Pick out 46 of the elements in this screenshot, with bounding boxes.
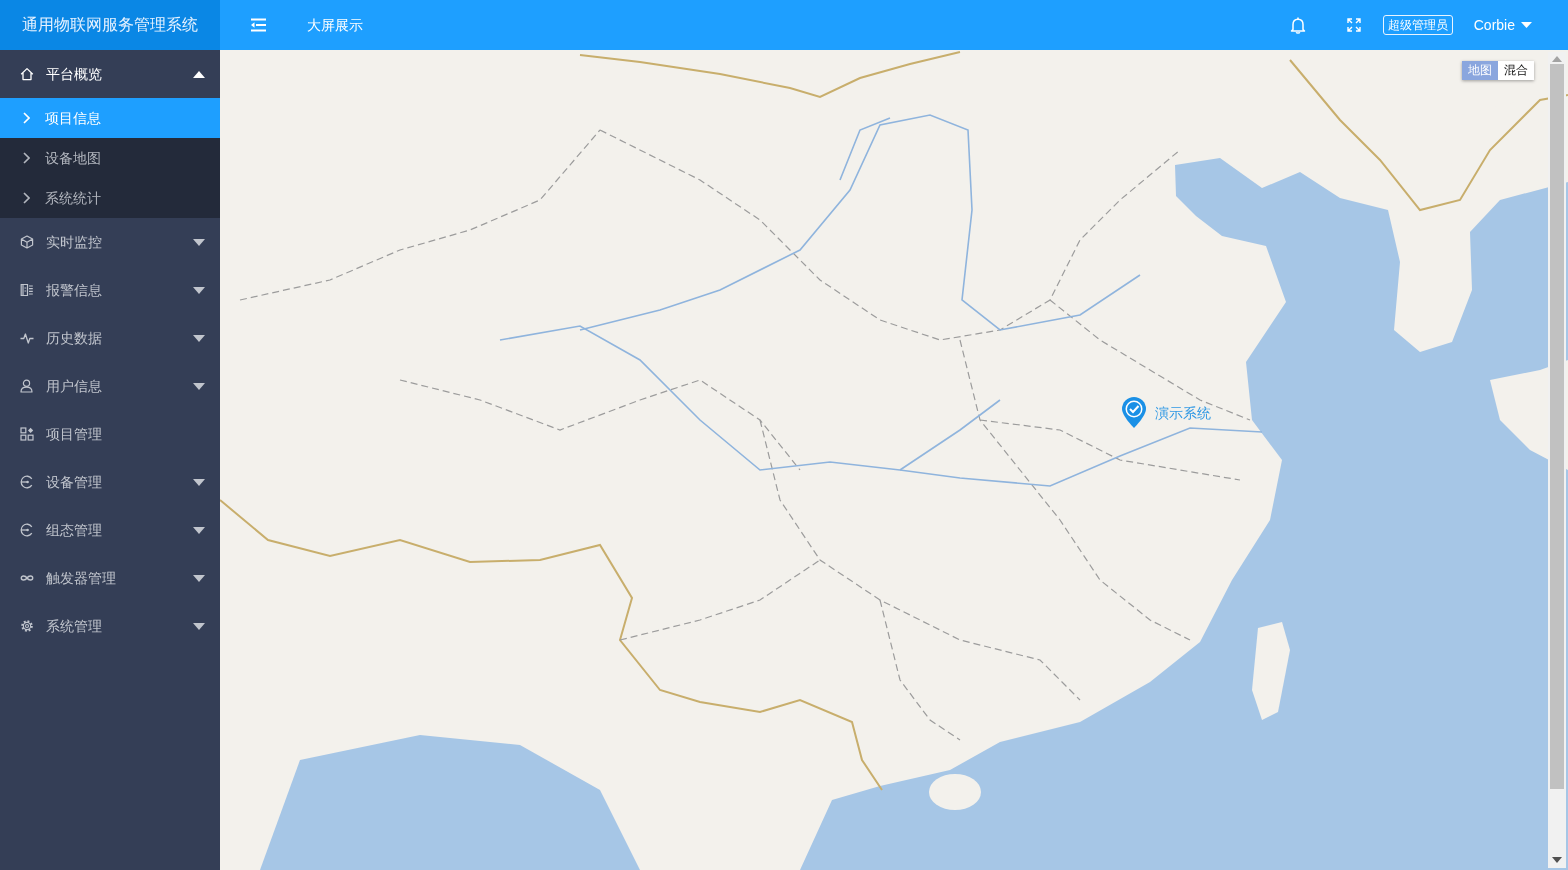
caret-down-icon xyxy=(193,622,205,630)
chevron-right-icon xyxy=(23,152,30,164)
circle-arrow-icon xyxy=(20,523,34,537)
bell-icon[interactable] xyxy=(1289,16,1306,34)
sidebar-item[interactable]: 项目管理 xyxy=(0,410,220,458)
home-icon xyxy=(20,67,34,81)
caret-up-icon xyxy=(193,70,205,78)
sidebar-item[interactable]: 实时监控 xyxy=(0,218,220,266)
grid-icon xyxy=(20,427,34,441)
caret-down-icon xyxy=(193,478,205,486)
sidebar-item[interactable]: 平台概览 xyxy=(0,50,220,98)
scroll-down-icon[interactable] xyxy=(1552,857,1562,863)
user-icon xyxy=(20,379,34,393)
sidebar-item[interactable]: 触发器管理 xyxy=(0,554,220,602)
caret-down-icon xyxy=(193,286,205,294)
scrollbar-thumb[interactable] xyxy=(1550,64,1564,789)
submenu-item[interactable]: 设备地图 xyxy=(0,138,220,178)
sidebar-item[interactable]: 组态管理 xyxy=(0,506,220,554)
sidebar-item[interactable]: 用户信息 xyxy=(0,362,220,410)
app-title: 通用物联网服务管理系统 xyxy=(22,15,198,35)
sidebar-item[interactable]: 报警信息 xyxy=(0,266,220,314)
map-pin-icon[interactable] xyxy=(1122,397,1146,428)
caret-down-icon xyxy=(193,382,205,390)
caret-down-icon xyxy=(193,526,205,534)
caret-down-icon xyxy=(193,238,205,246)
fullscreen-icon[interactable] xyxy=(1346,18,1361,32)
scrollbar[interactable] xyxy=(1548,52,1566,868)
caret-down-icon xyxy=(1521,22,1532,28)
caret-down-icon xyxy=(193,574,205,582)
sidebar-item[interactable]: 系统管理 xyxy=(0,602,220,650)
settings-icon xyxy=(20,619,34,633)
cube-icon xyxy=(20,235,34,249)
caret-down-icon xyxy=(193,334,205,342)
pulse-icon xyxy=(20,331,34,345)
menu-icon[interactable] xyxy=(250,18,267,32)
sidebar-item[interactable]: 历史数据 xyxy=(0,314,220,362)
sidebar-item[interactable]: 设备管理 xyxy=(0,458,220,506)
user-role-label: 超级管理员 xyxy=(1382,15,1453,35)
circle-arrow-icon xyxy=(20,475,34,489)
scroll-up-icon[interactable] xyxy=(1552,56,1562,62)
marker-label: 演示系统 xyxy=(1155,404,1211,423)
chevron-right-icon xyxy=(23,192,30,204)
chevron-right-icon xyxy=(23,112,30,124)
map-type-tab[interactable]: 混合 xyxy=(1498,61,1534,80)
submenu-item[interactable]: 系统统计 xyxy=(0,178,220,218)
document-icon xyxy=(20,283,34,297)
